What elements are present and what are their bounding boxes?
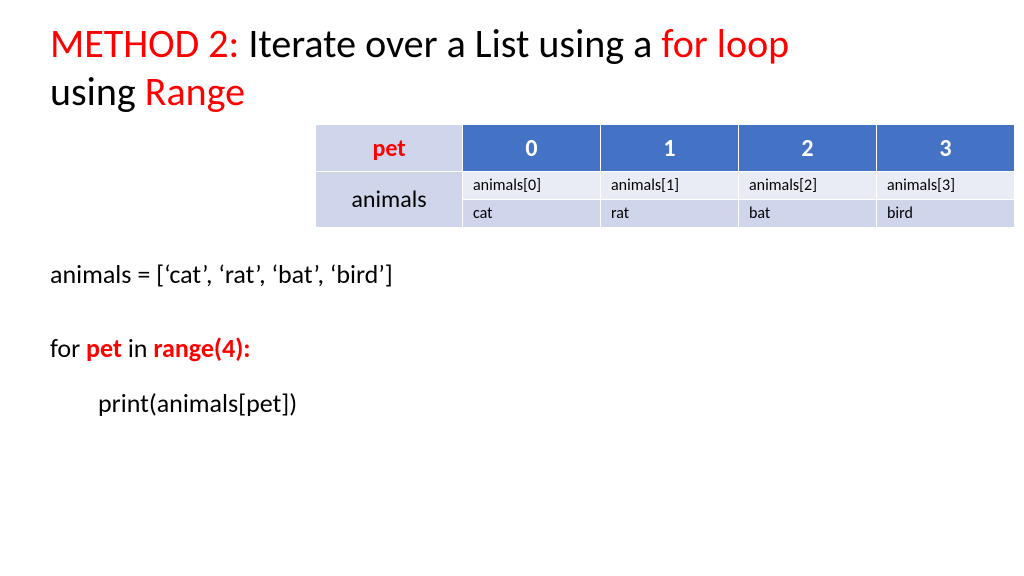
cell-cat: cat [463, 200, 601, 228]
cell-animals0: animals[0] [463, 172, 601, 200]
title-range: Range [145, 67, 245, 116]
header-1: 1 [601, 125, 739, 172]
cell-animals1: animals[1] [601, 172, 739, 200]
code-line-2: for pet in range(4): [50, 330, 974, 366]
code-for: for [50, 332, 86, 364]
title-forloop: for loop [661, 19, 789, 68]
index-table: pet 0 1 2 3 animals animals[0] animals[1… [315, 124, 1015, 228]
header-pet: pet [316, 125, 463, 172]
cell-rat: rat [601, 200, 739, 228]
cell-animals3: animals[3] [877, 172, 1015, 200]
code-block: animals = [‘cat’, ‘rat’, ‘bat’, ‘bird’] … [50, 256, 974, 421]
title-method: METHOD 2: [50, 19, 248, 68]
cell-bat: bat [739, 200, 877, 228]
title-text1: Iterate over a List using a [248, 19, 661, 68]
header-3: 3 [877, 125, 1015, 172]
code-pet: pet [86, 332, 122, 364]
code-range: range(4): [153, 332, 250, 364]
title-text2: using [50, 67, 145, 116]
code-in: in [122, 332, 153, 364]
code-line-3: print(animals[pet]) [50, 385, 974, 421]
table-wrap: pet 0 1 2 3 animals animals[0] animals[1… [315, 124, 974, 228]
slide-title: METHOD 2: Iterate over a List using a fo… [50, 20, 974, 116]
table-header-row: pet 0 1 2 3 [316, 125, 1015, 172]
slide: METHOD 2: Iterate over a List using a fo… [0, 0, 1024, 459]
code-line-1: animals = [‘cat’, ‘rat’, ‘bat’, ‘bird’] [50, 256, 974, 292]
cell-animals2: animals[2] [739, 172, 877, 200]
header-2: 2 [739, 125, 877, 172]
row-label-animals: animals [316, 172, 463, 228]
table-row: animals animals[0] animals[1] animals[2]… [316, 172, 1015, 200]
header-0: 0 [463, 125, 601, 172]
cell-bird: bird [877, 200, 1015, 228]
